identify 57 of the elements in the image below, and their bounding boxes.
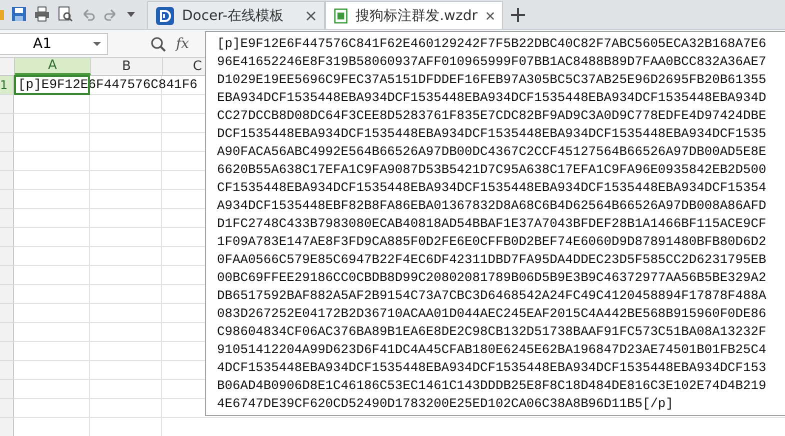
formula-text-line: CF1535448EBA934DCF1535448EBA934DCF1535448EBA934DCF1535448EBA934DCF15354	[217, 179, 768, 197]
row-header[interactable]	[0, 285, 14, 304]
formula-text-line: DB6517592BAF882A5AF2B9154C73A7CBC3D6468542A24FC49C4120458894F17878F488A	[217, 287, 768, 305]
close-icon[interactable]	[306, 10, 316, 20]
row-header[interactable]	[0, 323, 14, 342]
row-header[interactable]	[0, 361, 14, 380]
formula-text-line: B06AD4B0906D8E1C46186C53EC1461C143DDDB25E8F8C18D484DE816C3E102E74D4B219	[217, 377, 768, 395]
row-header[interactable]	[0, 266, 14, 285]
row-header[interactable]	[0, 418, 14, 436]
formula-text-line: 00BC69FFEE29186CC0CBDB8D99C20802081789B06D5B9E3B9C46372977AA56B5BE329A2	[217, 269, 768, 287]
row-header[interactable]	[0, 190, 14, 209]
row-header[interactable]	[0, 171, 14, 190]
docer-logo-icon	[156, 6, 174, 24]
dropdown-icon[interactable]	[126, 10, 136, 18]
formula-text-line: A934DCF1535448EBF82B8FA86EBA01367832D8A68C6B4D62564B66526A97DB008A86AFD	[217, 197, 768, 215]
row-header[interactable]	[0, 152, 14, 171]
spreadsheet-icon	[334, 6, 348, 24]
formula-text-line: D1FC2748C433B7983080ECAB40818AD54BBAF1E37A7043BFDEF28B1A1466BF115ACE9CF	[217, 215, 768, 233]
formula-text-line: CC27DCCB8D08DC64F3CEE8D5283761F835E7CDC82BF9AD9C3A0D9C778EDFE4D97424DBE	[217, 107, 768, 125]
formula-text-line: 083D267252E04172B2D36710ACAA01D044AEC245EAF2015C4A442BE568B915960F0DE86	[217, 305, 768, 323]
row-header[interactable]	[0, 95, 14, 114]
print-icon[interactable]	[34, 6, 50, 22]
row-header[interactable]	[0, 247, 14, 266]
formula-text-line: 96E41652246E8F319B58060937AFF010965999F07BB1AC8488B89D7FAA0BCC832A36AE7	[217, 53, 768, 71]
zoom-icon[interactable]	[150, 36, 166, 52]
formula-text-line: 4E6747DE39CF620CD52490D1783200E25ED102CA06C38A8B96D11B5[/p]	[217, 395, 674, 413]
close-icon[interactable]	[486, 10, 494, 20]
row-header[interactable]	[0, 114, 14, 133]
function-label[interactable]: fx	[176, 36, 190, 52]
new-tab-icon[interactable]	[511, 8, 525, 22]
formula-text-line: 0FAA0566C579E85C6947B22F4EC6DF42311DBD7FA95DA4DDEC23D5F585CC2D6231795EB	[217, 251, 768, 269]
formula-text-line: 6620B55A638C17EFA1C9FA9087D53B5421D7C95A638C17EFA1C9FA96E0935842EB2D500	[217, 161, 768, 179]
formula-text-line: DCF1535448EBA934DCF1535448EBA934DCF1535448EBA934DCF1535448EBA934DCF1535	[217, 125, 768, 143]
row-header[interactable]	[0, 399, 14, 418]
row-header[interactable]	[0, 228, 14, 247]
row-header[interactable]	[0, 133, 14, 152]
formula-text-line: 4DCF1535448EBA934DCF1535448EBA934DCF1535448EBA934DCF1535448EBA934DCF153	[217, 359, 768, 377]
formula-text-line: D1029E19EE5696C9FEC37A5151DFDDEF16FEB97A305BC5C37AB25E96D2695FB20B61355	[217, 71, 768, 89]
row-header[interactable]	[0, 342, 14, 361]
name-box[interactable]: A1	[0, 32, 108, 54]
print-preview-icon[interactable]	[57, 6, 73, 22]
document-tab[interactable]: 搜狗标注群发.wzdr	[325, 1, 503, 29]
row-header[interactable]	[0, 209, 14, 228]
formula-text-line: EBA934DCF1535448EBA934DCF1535448EBA934DCF1535448EBA934DCF1535448EBA934D	[217, 89, 768, 107]
formula-text-line: [p]E9F12E6F447576C841F62E460129242F7F5B22DBC40C82F7ABC5605ECA32B168A7E6	[217, 35, 768, 53]
save-icon[interactable]	[11, 6, 27, 22]
column-header[interactable]: B	[91, 58, 163, 75]
formula-text-line: C98604834CF06AC376BA89B1EA6E8DE2C98CB132D51738BAAF91FC573C51BA08A13232F	[217, 323, 768, 341]
row-header[interactable]	[0, 380, 14, 399]
dropdown-icon[interactable]	[93, 40, 101, 46]
column-header[interactable]: A	[15, 58, 91, 75]
formula-text-line: 91051412204A99D623D6F41DC4A45CFAB180E6245E62BA196847D23AE74501B01FB25C4	[217, 341, 768, 359]
formula-text-line: 1F09A783E147AE8F3FD9CA885F0D2FE6E0CFFB0D2BEF74E6060D9D87891480BFB80D6D2	[217, 233, 768, 251]
row-header[interactable]: 1	[0, 76, 14, 95]
document-tab[interactable]: Docer-在线模板	[147, 1, 325, 29]
row-header[interactable]	[0, 304, 14, 323]
formula-text-line: A90FACA56ABC4992E564B66526A97DB00DC4367C2CCF45127564B66526A97DB00AD5E8E	[217, 143, 768, 161]
